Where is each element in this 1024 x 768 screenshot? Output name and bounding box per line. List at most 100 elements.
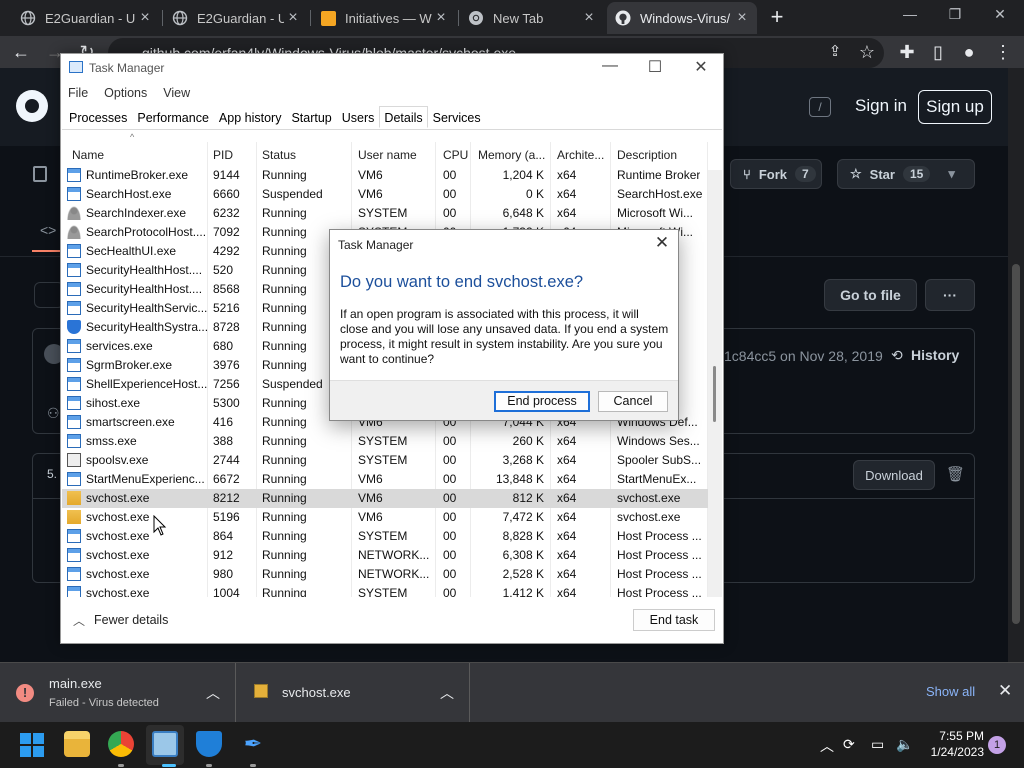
sign-in-link[interactable]: Sign in	[855, 96, 907, 116]
tab-startup[interactable]: Startup	[286, 106, 336, 128]
extensions-icon[interactable]: ✚	[896, 41, 918, 63]
download-button[interactable]: Download	[853, 460, 935, 490]
download-filename: main.exe	[49, 676, 102, 691]
sync-icon[interactable]: ⟳	[843, 736, 855, 753]
column-name[interactable]: Name	[72, 148, 104, 162]
menu-view[interactable]: View	[163, 86, 190, 100]
chevron-up-icon[interactable]: ︿	[73, 612, 85, 629]
row-pid: 416	[213, 415, 234, 429]
chrome-menu-icon[interactable]: ⋮	[992, 41, 1014, 63]
row-name: SearchIndexer.exe	[86, 206, 187, 220]
column-memory[interactable]: Memory (a...	[478, 148, 545, 162]
table-row[interactable]: svchost.exe 980 Running NETWORK... 00 2,528 K…	[62, 565, 708, 584]
menu-options[interactable]: Options	[104, 86, 147, 100]
column-user-name[interactable]: User name	[358, 148, 417, 162]
display-icon[interactable]: ▭	[871, 736, 884, 753]
delete-icon[interactable]: 🗑	[946, 465, 965, 483]
chevron-up-icon[interactable]: ︿	[820, 736, 834, 756]
table-row[interactable]: RuntimeBroker.exe 9144 Running VM6 00 1,204 K…	[62, 166, 708, 185]
sign-up-button[interactable]: Sign up	[918, 90, 992, 124]
table-row[interactable]: StartMenuExperienc... 6672 Running VM6 00 13,…	[62, 470, 708, 489]
browser-tab-4[interactable]: New Tab ×	[460, 2, 604, 34]
column-cpu[interactable]: CPU	[443, 148, 468, 162]
share-icon[interactable]: ⇪	[824, 41, 846, 63]
start-icon[interactable]	[20, 733, 44, 757]
page-scrollbar[interactable]	[1008, 68, 1024, 662]
column-status[interactable]: Status	[262, 148, 296, 162]
row-name: services.exe	[86, 339, 153, 353]
table-row[interactable]: svchost.exe 912 Running NETWORK... 00 6,308 K…	[62, 546, 708, 565]
maximize-icon[interactable]: ☐	[642, 57, 668, 77]
tab-performance[interactable]: Performance	[132, 106, 214, 128]
commit-meta[interactable]: 1c84cc5 on Nov 28, 2019	[724, 348, 883, 364]
row-architecture: x64	[557, 548, 577, 562]
star-button[interactable]: ☆ Star 15 ▾	[837, 159, 975, 189]
close-icon[interactable]: ✕	[998, 681, 1012, 701]
show-all-link[interactable]: Show all	[926, 684, 975, 699]
tab-details[interactable]: Details	[379, 106, 428, 128]
browser-tab-3[interactable]: Initiatives — We ×	[312, 2, 456, 34]
security-shield-icon[interactable]	[196, 731, 222, 757]
close-tab-icon[interactable]: ×	[136, 9, 154, 27]
table-row[interactable]: SearchHost.exe 6660 Suspended VM6 00 0 K x64 Se…	[62, 185, 708, 204]
browser-tab-1[interactable]: E2Guardian - Ur ×	[12, 2, 160, 34]
new-tab-button[interactable]: +	[766, 6, 788, 28]
table-row[interactable]: svchost.exe 8212 Running VM6 00 812 K x64 svcho…	[62, 489, 708, 508]
row-cpu: 00	[443, 529, 457, 543]
scrollbar-thumb[interactable]	[1012, 264, 1020, 624]
volume-icon[interactable]: 🔈	[896, 736, 913, 753]
dialog-title: Task Manager	[338, 238, 414, 252]
history-link[interactable]: History	[911, 347, 959, 363]
profile-icon[interactable]: ●	[958, 41, 980, 63]
fork-button[interactable]: ⑂ Fork 7	[730, 159, 822, 189]
table-row[interactable]: svchost.exe 1004 Running SYSTEM 00 1,412 K x64…	[62, 584, 708, 597]
column-pid[interactable]: PID	[213, 148, 233, 162]
more-options-button[interactable]: ···	[925, 279, 975, 311]
close-tab-icon[interactable]: ×	[284, 9, 302, 27]
notification-badge[interactable]: 1	[988, 736, 1006, 754]
download-item-main-exe[interactable]: ! main.exe Failed - Virus detected ︿	[0, 663, 236, 722]
chevron-up-icon[interactable]: ︿	[440, 683, 454, 703]
tab-processes[interactable]: Processes	[64, 106, 132, 128]
close-tab-icon[interactable]: ×	[733, 9, 751, 27]
end-task-button[interactable]: End task	[633, 609, 715, 631]
chrome-icon[interactable]	[108, 731, 134, 757]
file-explorer-icon[interactable]	[64, 731, 90, 757]
chevron-up-icon[interactable]: ︿	[206, 683, 220, 703]
minimize-icon[interactable]: —	[597, 57, 623, 75]
browser-tab-2[interactable]: E2Guardian - Ur ×	[164, 2, 308, 34]
minimize-icon[interactable]: —	[898, 6, 922, 22]
table-scrollbar[interactable]	[708, 170, 722, 597]
task-manager-icon[interactable]	[152, 731, 178, 757]
tab-app-history[interactable]: App history	[214, 106, 287, 128]
tab-users[interactable]: Users	[337, 106, 380, 128]
side-panel-icon[interactable]: ▯	[927, 41, 949, 63]
restore-icon[interactable]: ❐	[943, 6, 967, 23]
go-to-file-button[interactable]: Go to file	[824, 279, 917, 311]
close-icon[interactable]: ✕	[688, 57, 714, 77]
fewer-details-link[interactable]: Fewer details	[94, 613, 168, 627]
close-tab-icon[interactable]: ×	[580, 9, 598, 27]
back-icon[interactable]: ←	[10, 41, 32, 63]
scrollbar-thumb[interactable]	[713, 366, 716, 422]
tab-services[interactable]: Services	[428, 106, 486, 128]
browser-tab-5[interactable]: Windows-Virus/ ×	[607, 2, 757, 34]
table-row[interactable]: smss.exe 388 Running SYSTEM 00 260 K x64 Window…	[62, 432, 708, 451]
clock[interactable]: 7:55 PM 1/24/2023	[920, 728, 984, 760]
pen-icon[interactable]: ✒	[240, 731, 266, 757]
end-process-button[interactable]: End process	[494, 391, 590, 412]
chevron-down-icon[interactable]: ▾	[948, 166, 955, 182]
download-item-svchost-exe[interactable]: svchost.exe ︿	[236, 663, 470, 722]
table-row[interactable]: spoolsv.exe 2744 Running SYSTEM 00 3,268 K x64…	[62, 451, 708, 470]
column-architecture[interactable]: Archite...	[557, 148, 604, 162]
close-tab-icon[interactable]: ×	[432, 9, 450, 27]
row-user-name: VM6	[358, 472, 383, 486]
bookmark-star-icon[interactable]: ☆	[856, 41, 878, 63]
github-logo-icon[interactable]	[16, 90, 48, 122]
close-icon[interactable]: ✕	[652, 233, 672, 253]
cancel-button[interactable]: Cancel	[598, 391, 668, 412]
table-row[interactable]: SearchIndexer.exe 6232 Running SYSTEM 00 6,64…	[62, 204, 708, 223]
menu-file[interactable]: File	[68, 86, 88, 100]
close-window-icon[interactable]: ✕	[988, 6, 1012, 23]
column-description[interactable]: Description	[617, 148, 677, 162]
